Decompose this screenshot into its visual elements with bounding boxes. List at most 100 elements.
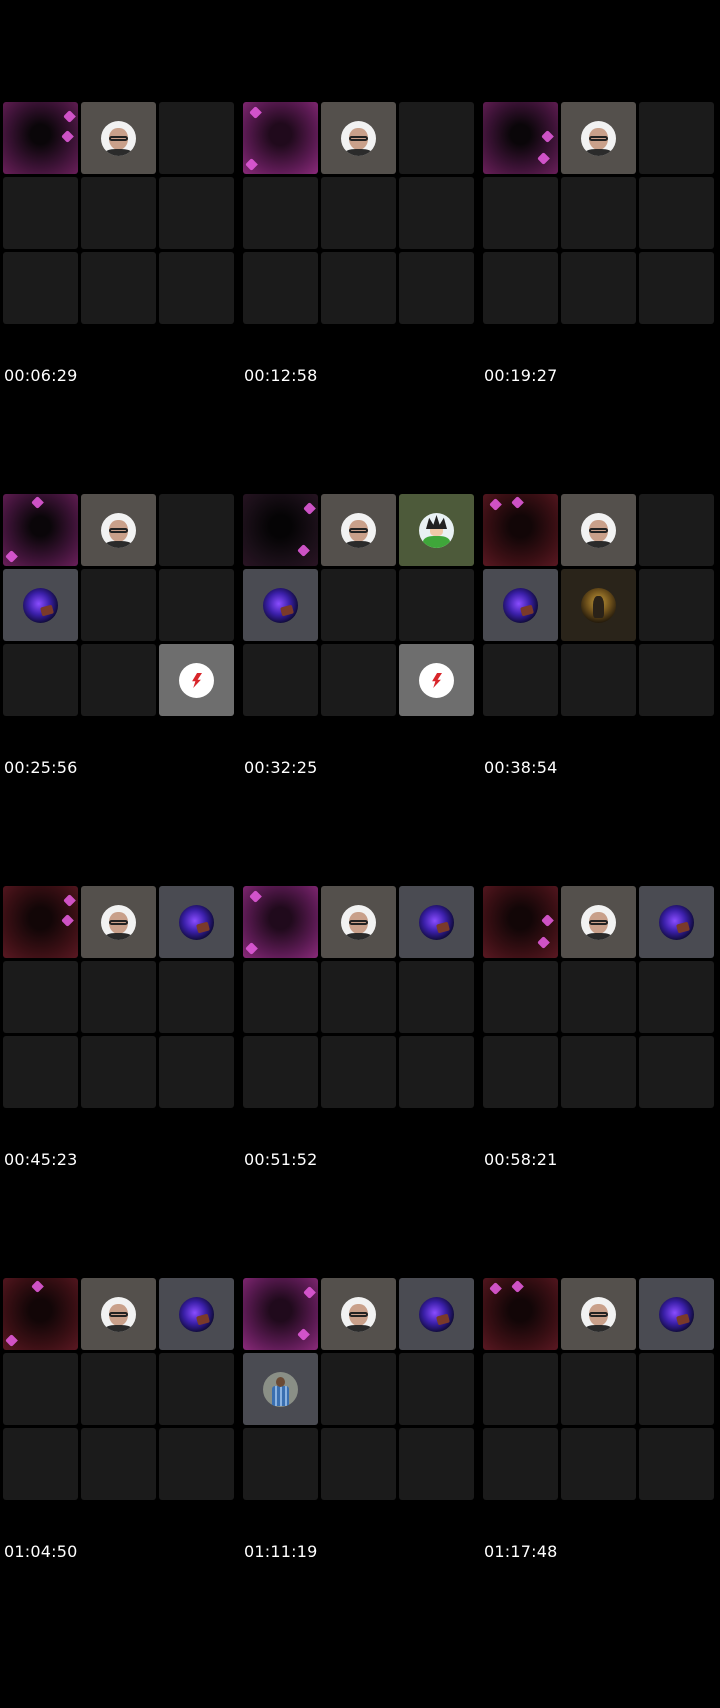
empty-seat-tile xyxy=(321,177,396,249)
guest-seat-tile xyxy=(321,494,396,566)
floating-heart-icon xyxy=(489,498,502,511)
host-video-tile xyxy=(483,102,558,174)
cosmic-planet-avatar-icon xyxy=(419,905,454,940)
empty-seat-tile xyxy=(561,961,636,1033)
video-thumbnail[interactable]: 01:11:19 xyxy=(240,1176,480,1603)
empty-seat-tile xyxy=(81,1428,156,1500)
floating-heart-icon xyxy=(31,496,44,509)
timestamp-label: 00:32:25 xyxy=(244,758,318,777)
guest-seat-tile xyxy=(159,1278,234,1350)
guest-seat-tile xyxy=(399,1278,474,1350)
floating-heart-icon xyxy=(541,914,554,927)
empty-seat-tile xyxy=(159,569,234,641)
video-thumbnail[interactable]: 00:19:27 xyxy=(480,0,720,427)
host-video-tile xyxy=(243,102,318,174)
participant-grid xyxy=(483,886,718,1108)
host-video-tile xyxy=(3,1278,78,1350)
empty-seat-tile xyxy=(81,1036,156,1108)
cosmic-planet-avatar-icon xyxy=(179,905,214,940)
floating-heart-icon xyxy=(511,1280,524,1293)
floating-heart-icon xyxy=(541,130,554,143)
video-thumbnail[interactable]: 00:45:23 xyxy=(0,784,240,1211)
guest-seat-tile xyxy=(639,1278,714,1350)
man-with-glasses-avatar-icon xyxy=(341,905,376,940)
man-with-glasses-avatar-icon xyxy=(341,1297,376,1332)
timestamp-label: 01:17:48 xyxy=(484,1542,558,1561)
man-with-glasses-avatar-icon xyxy=(101,1297,136,1332)
empty-seat-tile xyxy=(81,177,156,249)
host-video-tile xyxy=(3,102,78,174)
empty-seat-tile xyxy=(483,1353,558,1425)
cosmic-planet-avatar-icon xyxy=(179,1297,214,1332)
video-thumbnail[interactable]: 00:06:29 xyxy=(0,0,240,427)
guest-seat-tile xyxy=(81,1278,156,1350)
floating-heart-icon xyxy=(245,158,258,171)
guest-seat-tile xyxy=(243,1353,318,1425)
floating-heart-icon xyxy=(303,1286,316,1299)
empty-seat-tile xyxy=(483,644,558,716)
video-thumbnail[interactable]: 01:04:50 xyxy=(0,1176,240,1603)
participant-grid xyxy=(483,102,718,324)
video-thumbnail[interactable]: 00:12:58 xyxy=(240,0,480,427)
empty-seat-tile xyxy=(639,961,714,1033)
guest-seat-tile xyxy=(639,886,714,958)
timestamp-label: 01:11:19 xyxy=(244,1542,318,1561)
guest-seat-tile xyxy=(483,569,558,641)
video-thumbnail[interactable]: 00:58:21 xyxy=(480,784,720,1211)
floating-heart-icon xyxy=(249,890,262,903)
video-thumbnail[interactable]: 01:17:48 xyxy=(480,1176,720,1603)
host-video-tile xyxy=(3,886,78,958)
man-with-glasses-avatar-icon xyxy=(101,513,136,548)
timestamp-label: 00:45:23 xyxy=(4,1150,78,1169)
empty-seat-tile xyxy=(3,177,78,249)
participant-grid xyxy=(243,102,478,324)
host-video-tile xyxy=(243,886,318,958)
empty-seat-tile xyxy=(399,1353,474,1425)
empty-seat-tile xyxy=(243,1036,318,1108)
empty-seat-tile xyxy=(483,252,558,324)
lightning-bolt-logo-icon xyxy=(179,663,214,698)
floating-heart-icon xyxy=(63,110,76,123)
guest-seat-tile xyxy=(159,644,234,716)
guest-seat-tile xyxy=(243,569,318,641)
host-video-tile xyxy=(483,1278,558,1350)
participant-grid xyxy=(3,886,238,1108)
empty-seat-tile xyxy=(159,1428,234,1500)
floating-heart-icon xyxy=(63,894,76,907)
cosmic-planet-avatar-icon xyxy=(419,1297,454,1332)
empty-seat-tile xyxy=(3,1353,78,1425)
participant-grid xyxy=(483,1278,718,1500)
empty-seat-tile xyxy=(159,177,234,249)
floating-heart-icon xyxy=(31,1280,44,1293)
empty-seat-tile xyxy=(639,177,714,249)
empty-seat-tile xyxy=(639,252,714,324)
empty-seat-tile xyxy=(639,1428,714,1500)
video-thumbnail[interactable]: 00:32:25 xyxy=(240,392,480,819)
floating-heart-icon xyxy=(245,942,258,955)
video-thumbnail[interactable]: 00:25:56 xyxy=(0,392,240,819)
empty-seat-tile xyxy=(321,1428,396,1500)
gold-figure-avatar-icon xyxy=(581,588,616,623)
floating-heart-icon xyxy=(249,106,262,119)
video-thumbnail[interactable]: 00:51:52 xyxy=(240,784,480,1211)
empty-seat-tile xyxy=(3,252,78,324)
guest-seat-tile xyxy=(81,494,156,566)
empty-seat-tile xyxy=(159,252,234,324)
participant-grid xyxy=(483,494,718,716)
empty-seat-tile xyxy=(81,569,156,641)
participant-grid xyxy=(243,886,478,1108)
empty-seat-tile xyxy=(81,1353,156,1425)
floating-heart-icon xyxy=(297,1328,310,1341)
cosmic-planet-avatar-icon xyxy=(263,588,298,623)
empty-seat-tile xyxy=(483,1036,558,1108)
floating-heart-icon xyxy=(61,914,74,927)
guest-seat-tile xyxy=(321,886,396,958)
guest-seat-tile xyxy=(3,569,78,641)
guest-seat-tile xyxy=(561,102,636,174)
video-thumbnail[interactable]: 00:38:54 xyxy=(480,392,720,819)
cosmic-planet-avatar-icon xyxy=(659,905,694,940)
empty-seat-tile xyxy=(639,569,714,641)
man-with-glasses-avatar-icon xyxy=(341,513,376,548)
guest-seat-tile xyxy=(399,494,474,566)
empty-seat-tile xyxy=(561,1428,636,1500)
